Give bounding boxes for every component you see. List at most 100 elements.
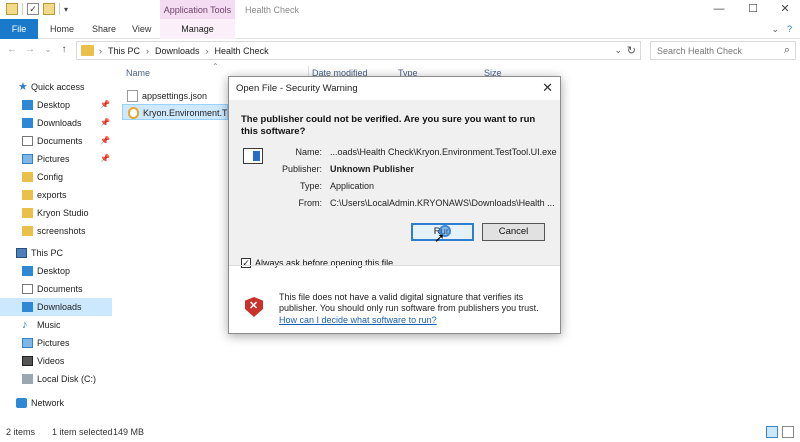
security-warning-dialog: Open File - Security Warning ✕ The publi… — [228, 76, 561, 334]
window-title: Health Check — [245, 5, 300, 15]
address-bar[interactable]: › This PC › Downloads › Health Check ⌄ ↻ — [76, 41, 641, 60]
nav-item-kryon-studio[interactable]: Kryon Studio — [0, 204, 112, 222]
chevron-down-icon[interactable]: ⌄ — [614, 45, 622, 56]
refresh-icon[interactable]: ↻ — [627, 44, 636, 57]
search-input[interactable]: Search Health Check ⌕ — [650, 41, 796, 60]
forward-icon[interactable]: → — [24, 44, 36, 56]
expand-ribbon-icon[interactable]: ⌄ — [771, 24, 779, 35]
application-window-icon — [243, 148, 263, 164]
dialog-body: The publisher could not be verified. Are… — [229, 100, 560, 268]
pictures-icon — [22, 338, 33, 348]
nav-item-documents[interactable]: Documents — [0, 280, 112, 298]
breadcrumb-item[interactable]: Downloads — [155, 46, 200, 56]
large-icons-view-icon[interactable] — [782, 426, 794, 438]
nav-item-local-disk[interactable]: Local Disk (C:) — [0, 370, 112, 388]
type-label: Type: — [299, 181, 322, 191]
from-value: C:\Users\LocalAdmin.KRYONAWS\Downloads\H… — [330, 198, 555, 208]
nav-item-pictures[interactable]: Pictures 📌 — [0, 150, 112, 168]
nav-item-label: Kryon Studio — [37, 208, 89, 218]
downloads-icon — [22, 302, 33, 312]
sort-chevron-icon: ⌃ — [212, 62, 219, 71]
close-icon[interactable]: ✕ — [542, 80, 553, 96]
up-icon[interactable]: ↑ — [58, 44, 70, 56]
nav-item-label: Quick access — [31, 82, 85, 92]
folder-icon — [22, 172, 33, 182]
pictures-icon — [22, 154, 33, 164]
minimize-button[interactable]: — — [712, 2, 726, 16]
ribbon-tabs: File Home Share View Manage ⌄ ? — [0, 19, 800, 39]
type-value: Application — [330, 181, 375, 191]
nav-item-label: This PC — [31, 248, 64, 258]
search-placeholder: Search Health Check — [657, 46, 743, 56]
application-icon — [128, 107, 139, 119]
column-header-name[interactable]: Name — [126, 68, 150, 78]
chevron-right-icon: › — [205, 46, 209, 56]
pin-icon: 📌 — [100, 136, 110, 145]
selection-size: 149 MB — [113, 427, 145, 437]
folder-icon — [22, 208, 33, 218]
quick-access-toolbar: ✓ ▾ — [6, 3, 68, 15]
status-bar: 2 items 1 item selected 149 MB — [0, 424, 800, 442]
back-icon[interactable]: ← — [6, 44, 18, 56]
recent-locations-icon[interactable]: ⌄ — [42, 44, 54, 56]
nav-item-label: exports — [37, 190, 67, 200]
tab-file[interactable]: File — [0, 19, 38, 39]
dialog-title: Open File - Security Warning — [236, 83, 358, 94]
nav-item-exports[interactable]: exports — [0, 186, 112, 204]
nav-item-label: Downloads — [37, 302, 82, 312]
customize-toolbar-icon[interactable]: ▾ — [64, 5, 68, 14]
breadcrumb-item[interactable]: Health Check — [215, 46, 269, 56]
nav-item-screenshots[interactable]: screenshots — [0, 222, 112, 240]
cancel-button[interactable]: Cancel — [482, 223, 545, 241]
divider — [22, 3, 23, 15]
tab-manage[interactable]: Manage — [160, 19, 235, 39]
nav-item-desktop[interactable]: Desktop 📌 — [0, 96, 112, 114]
folder-icon — [6, 3, 18, 15]
selection-count: 1 item selected — [52, 427, 113, 437]
address-row: ← → ⌄ ↑ › This PC › Downloads › Health C… — [0, 40, 800, 62]
nav-item-label: Downloads — [37, 118, 82, 128]
navigation-pane: ★ Quick access Desktop 📌 Downloads 📌 Doc… — [0, 64, 120, 420]
star-icon: ★ — [18, 81, 28, 93]
help-icon[interactable]: ? — [787, 24, 792, 35]
nav-item-pictures[interactable]: Pictures — [0, 334, 112, 352]
tab-view[interactable]: View — [132, 19, 151, 39]
divider — [59, 3, 60, 15]
new-folder-icon[interactable] — [43, 3, 55, 15]
chevron-right-icon: › — [99, 46, 102, 56]
nav-item-music[interactable]: ♪ Music — [0, 316, 112, 334]
chevron-right-icon: › — [146, 46, 150, 56]
file-row[interactable]: appsettings.json — [122, 88, 232, 104]
nav-item-quick-access[interactable]: ★ Quick access — [0, 78, 112, 96]
publisher-value: Unknown Publisher — [330, 164, 415, 174]
folder-icon — [22, 226, 33, 236]
always-ask-checkbox[interactable]: ✓ — [241, 258, 251, 268]
nav-item-videos[interactable]: Videos — [0, 352, 112, 370]
nav-item-documents[interactable]: Documents 📌 — [0, 132, 112, 150]
nav-item-downloads[interactable]: Downloads 📌 — [0, 114, 112, 132]
nav-item-desktop[interactable]: Desktop — [0, 262, 112, 280]
nav-item-downloads[interactable]: Downloads — [0, 298, 112, 316]
divider — [229, 265, 560, 266]
nav-item-network[interactable]: Network — [0, 394, 112, 412]
tab-home[interactable]: Home — [50, 19, 74, 39]
name-label: Name: — [295, 147, 322, 157]
nav-item-config[interactable]: Config — [0, 168, 112, 186]
breadcrumb-item[interactable]: This PC — [108, 46, 140, 56]
ribbon-controls: ⌄ ? — [771, 24, 792, 35]
help-link[interactable]: How can I decide what software to run? — [279, 315, 437, 325]
maximize-button[interactable]: ☐ — [746, 2, 760, 16]
warning-text: This file does not have a valid digital … — [279, 292, 539, 313]
close-window-button[interactable]: ✕ — [778, 2, 792, 16]
name-value: ...oads\Health Check\Kryon.Environment.T… — [330, 147, 557, 157]
properties-icon[interactable]: ✓ — [27, 3, 39, 15]
pc-icon — [16, 248, 27, 258]
application-tools-context-tab: Application Tools — [160, 0, 235, 20]
nav-item-this-pc[interactable]: This PC — [0, 244, 112, 262]
folder-icon — [81, 45, 94, 56]
nav-item-label: Desktop — [37, 100, 71, 110]
file-row[interactable]: Kryon.Environment.TestTool.UI.exe — [122, 104, 228, 120]
details-view-icon[interactable] — [766, 426, 778, 438]
tab-share[interactable]: Share — [92, 19, 116, 39]
dialog-question: The publisher could not be verified. Are… — [241, 114, 536, 137]
